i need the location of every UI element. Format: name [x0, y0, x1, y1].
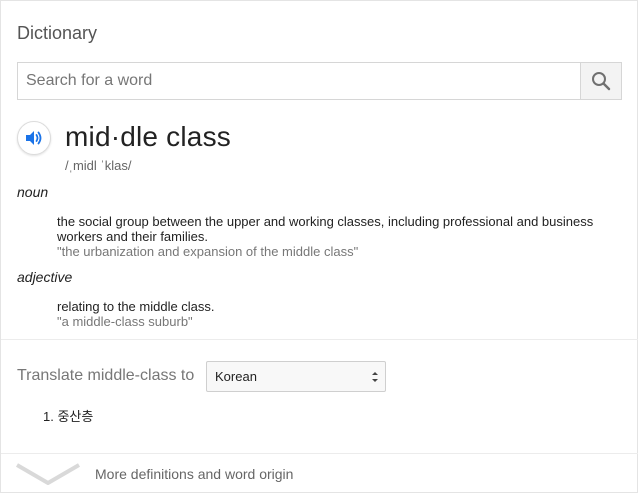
search-input[interactable] [18, 63, 580, 99]
select-arrows-icon [372, 372, 378, 382]
pronounce-button[interactable] [17, 121, 51, 155]
dictionary-card: Dictionary mid·dle class /ˌmidl ˈklas/ n… [0, 0, 638, 493]
example-text: "the urbanization and expansion of the m… [57, 244, 359, 259]
headword: mid·dle class [65, 121, 231, 152]
section-divider [1, 339, 638, 340]
definition-text: relating to the middle class. [57, 299, 215, 314]
sense-noun: the social group between the upper and w… [57, 214, 617, 259]
language-select-value: Korean [215, 369, 257, 384]
translate-label: Translate middle-class to [17, 367, 195, 384]
search-icon [592, 72, 611, 91]
more-definitions-label: More definitions and word origin [95, 466, 294, 482]
chevron-down-icon [15, 463, 81, 485]
speaker-icon [26, 131, 42, 145]
dictionary-title: Dictionary [17, 23, 98, 43]
definition-text: the social group between the upper and w… [57, 214, 594, 244]
language-select[interactable]: Korean [206, 361, 386, 392]
search-button[interactable] [580, 63, 621, 99]
sense-adjective: relating to the middle class. "a middle-… [57, 299, 617, 329]
translation-result: 1. 중산층 [43, 409, 94, 424]
example-text: "a middle-class suburb" [57, 314, 193, 329]
more-definitions-link[interactable]: More definitions and word origin [1, 454, 638, 494]
search-box [17, 62, 622, 100]
part-of-speech-noun: noun [17, 184, 49, 200]
phonetic-spelling: /ˌmidl ˈklas/ [65, 158, 132, 173]
part-of-speech-adjective: adjective [17, 269, 73, 285]
